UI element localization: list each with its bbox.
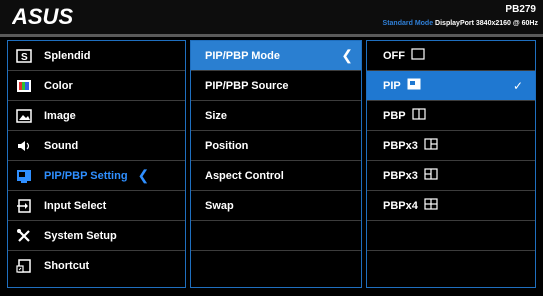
menu-item-label: Shortcut xyxy=(44,260,90,272)
pip-box-icon xyxy=(407,77,421,95)
menu-item-label: System Setup xyxy=(44,229,117,242)
mode-label: Standard Mode xyxy=(382,20,434,27)
submenu-item-size[interactable]: Size xyxy=(191,101,361,131)
menu-item-pip-pbp-setting[interactable]: PIP/PBP Setting ❮ xyxy=(8,161,185,191)
svg-text:ASUS: ASUS xyxy=(12,6,73,28)
chevron-left-icon: ❮ xyxy=(137,167,150,183)
input-label: DisplayPort 3840x2160 @ 60Hz xyxy=(435,20,538,27)
pip-icon xyxy=(16,168,32,184)
option-label: OFF xyxy=(383,49,405,62)
chevron-left-icon: ❮ xyxy=(341,47,353,63)
menu-item-label: Sound xyxy=(44,139,79,152)
pbp4-icon xyxy=(424,197,438,215)
pbp3a-icon xyxy=(424,137,438,155)
submenu-empty-row xyxy=(191,251,361,281)
option-label: PBP xyxy=(383,109,406,122)
menu-item-shortcut[interactable]: Shortcut xyxy=(8,251,185,281)
status-line: Standard Mode DisplayPort 3840x2160 @ 60… xyxy=(383,20,538,27)
option-pbpx3-b[interactable]: PBPx3 xyxy=(367,161,535,191)
asus-logo: ASUS xyxy=(11,4,102,29)
option-pip[interactable]: PIP ✓ xyxy=(367,71,535,101)
menu-item-label: Input Select xyxy=(44,199,107,212)
option-pbp[interactable]: PBP xyxy=(367,101,535,131)
menu-item-label: Splendid xyxy=(44,49,91,62)
sub-menu: PIP/PBP Mode ❮ PIP/PBP Source Size Posit… xyxy=(190,40,362,288)
submenu-item-aspect-control[interactable]: Aspect Control xyxy=(191,161,361,191)
color-icon xyxy=(16,78,32,94)
shortcut-icon xyxy=(16,258,32,274)
menu-item-input-select[interactable]: Input Select xyxy=(8,191,185,221)
submenu-item-label: Position xyxy=(205,139,249,152)
submenu-item-pip-pbp-source[interactable]: PIP/PBP Source xyxy=(191,71,361,101)
check-icon: ✓ xyxy=(512,78,523,93)
option-pbpx4[interactable]: PBPx4 xyxy=(367,191,535,221)
submenu-item-label: Aspect Control xyxy=(205,169,284,182)
pbp-split-icon xyxy=(412,107,426,125)
option-label: PBPx4 xyxy=(383,199,418,212)
off-box-icon xyxy=(411,47,425,65)
option-label: PIP xyxy=(383,79,401,92)
menu-item-splendid[interactable]: S Splendid xyxy=(8,41,185,71)
menu-item-system-setup[interactable]: System Setup xyxy=(8,221,185,251)
submenu-item-pip-pbp-mode[interactable]: PIP/PBP Mode ❮ xyxy=(191,41,361,71)
submenu-item-label: PIP/PBP Mode xyxy=(205,49,280,62)
submenu-item-label: Size xyxy=(205,109,228,122)
submenu-item-label: PIP/PBP Source xyxy=(205,79,289,92)
speaker-icon xyxy=(16,138,32,154)
option-label: PBPx3 xyxy=(383,169,418,182)
splendid-icon: S xyxy=(16,48,32,64)
image-icon xyxy=(16,108,32,124)
tools-icon xyxy=(16,228,32,244)
menu-item-label: Image xyxy=(44,109,76,122)
menu-item-color[interactable]: Color xyxy=(8,71,185,101)
option-label: PBPx3 xyxy=(383,139,418,152)
input-icon xyxy=(16,198,32,214)
header-divider xyxy=(0,34,543,37)
svg-text:S: S xyxy=(21,52,28,63)
pbp3b-icon xyxy=(424,167,438,185)
menu-item-image[interactable]: Image xyxy=(8,101,185,131)
options-empty-row xyxy=(367,221,535,251)
option-off[interactable]: OFF xyxy=(367,41,535,71)
options-empty-row xyxy=(367,251,535,281)
submenu-item-position[interactable]: Position xyxy=(191,131,361,161)
menu-item-label: Color xyxy=(44,79,73,92)
model-name: PB279 xyxy=(505,4,536,15)
submenu-item-swap[interactable]: Swap xyxy=(191,191,361,221)
osd-header: ASUS PB279 Standard Mode DisplayPort 384… xyxy=(0,0,543,34)
main-menu: S Splendid Color Image Sound PIP/PBP Set… xyxy=(7,40,186,288)
submenu-item-label: Swap xyxy=(205,199,234,212)
menu-item-sound[interactable]: Sound xyxy=(8,131,185,161)
submenu-empty-row xyxy=(191,221,361,251)
option-pbpx3-a[interactable]: PBPx3 xyxy=(367,131,535,161)
menu-item-label: PIP/PBP Setting xyxy=(44,169,128,182)
options-menu: OFF PIP ✓ PBP PBPx3 PBPx3 PBPx4 xyxy=(366,40,536,288)
